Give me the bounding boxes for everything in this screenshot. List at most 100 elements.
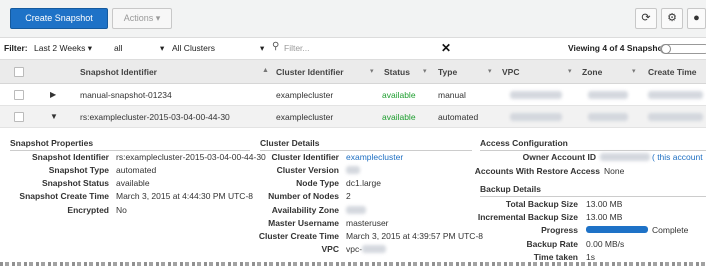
- redacted-cluster-version: [346, 166, 360, 174]
- chevron-down-icon[interactable]: ▾: [423, 67, 427, 75]
- snapshot-properties-title: Snapshot Properties: [10, 138, 250, 151]
- node-type-value: dc1.large: [346, 178, 381, 188]
- number-of-nodes-value: 2: [346, 191, 351, 201]
- access-configuration-title: Access Configuration: [480, 138, 706, 151]
- chevron-down-icon[interactable]: ▾: [370, 67, 374, 75]
- encrypted-value: No: [116, 205, 127, 215]
- cluster-identifier-label: Cluster Identifier: [271, 152, 339, 162]
- clear-filter-icon[interactable]: ✕: [441, 41, 451, 55]
- cluster-value: All Clusters: [172, 43, 215, 53]
- snapshot-details-panel: Snapshot Properties Snapshot Identifier …: [0, 128, 706, 266]
- chevron-down-icon[interactable]: ▾: [260, 43, 264, 54]
- chevron-down-icon[interactable]: ▾: [160, 43, 164, 54]
- col-create-time[interactable]: Create Time: [648, 67, 697, 77]
- cluster-select[interactable]: All Clusters: [172, 43, 215, 53]
- snapshot-status-value: available: [116, 178, 150, 188]
- cluster-create-time-label: Cluster Create Time: [258, 231, 339, 241]
- gear-icon[interactable]: ⚙: [661, 8, 683, 29]
- row-checkbox[interactable]: [14, 112, 24, 122]
- col-cluster-identifier[interactable]: Cluster Identifier: [276, 67, 344, 77]
- table-header: Snapshot Identifier ▲ Cluster Identifier…: [0, 60, 706, 84]
- time-taken-value: 1s: [586, 252, 595, 262]
- table-row[interactable]: ▶ manual-snapshot-01234 examplecluster a…: [0, 84, 706, 106]
- time-taken-label: Time taken: [533, 252, 578, 262]
- backup-rate-label: Backup Rate: [526, 239, 579, 249]
- cell-cluster-identifier: examplecluster: [276, 90, 334, 100]
- snapshot-create-time-label: Snapshot Create Time: [19, 191, 109, 201]
- chevron-down-icon[interactable]: ▾: [632, 67, 636, 75]
- refresh-icon[interactable]: ⟳: [635, 8, 657, 29]
- filter-bar: Filter: Last 2 Weeks ▾ all ▾ All Cluster…: [0, 38, 706, 60]
- time-range-select[interactable]: Last 2 Weeks ▾: [34, 43, 92, 54]
- time-range-value: Last 2 Weeks: [34, 43, 86, 53]
- master-username-value: masteruser: [346, 218, 389, 228]
- snapshot-type-label: Snapshot Type: [48, 165, 109, 175]
- progress-label: Progress: [541, 225, 578, 235]
- node-type-label: Node Type: [296, 178, 339, 188]
- backup-progress-bar: [586, 226, 648, 233]
- search-input[interactable]: ⚲ Filter...: [270, 41, 450, 57]
- encrypted-label: Encrypted: [67, 205, 109, 215]
- pagination-slider[interactable]: [660, 44, 706, 54]
- cluster-version-label: Cluster Version: [276, 165, 339, 175]
- redacted-vpc-id: [362, 245, 386, 253]
- total-backup-size-value: 13.00 MB: [586, 199, 623, 209]
- table-row[interactable]: ▼ rs:examplecluster-2015-03-04-00-44-30 …: [0, 106, 706, 128]
- help-icon[interactable]: ●: [687, 8, 706, 29]
- col-zone[interactable]: Zone: [582, 67, 602, 77]
- snapshot-status-label: Snapshot Status: [41, 178, 109, 188]
- redacted-availability-zone: [346, 206, 366, 214]
- expand-row-icon[interactable]: ▶: [50, 90, 56, 99]
- cell-snapshot-identifier: rs:examplecluster-2015-03-04-00-44-30: [80, 112, 230, 122]
- number-of-nodes-label: Number of Nodes: [268, 191, 339, 201]
- cluster-identifier-link[interactable]: examplecluster: [346, 152, 403, 162]
- actions-label: Actions: [123, 13, 154, 23]
- actions-button[interactable]: Actions ▾: [112, 8, 172, 29]
- chevron-down-icon: ▾: [155, 13, 161, 23]
- col-status[interactable]: Status: [384, 67, 410, 77]
- redacted-vpc: [510, 91, 562, 99]
- create-snapshot-button[interactable]: Create Snapshot: [10, 8, 108, 29]
- backup-rate-value: 0.00 MB/s: [586, 239, 625, 249]
- redacted-vpc: [510, 113, 562, 121]
- cell-type: manual: [438, 90, 466, 100]
- owner-account-id-label: Owner Account ID: [522, 152, 596, 162]
- backup-details-title: Backup Details: [480, 184, 706, 197]
- cell-type: automated: [438, 112, 479, 122]
- viewing-count: Viewing 4 of 4 Snapshots: [568, 43, 671, 53]
- incremental-backup-size-label: Incremental Backup Size: [477, 212, 578, 222]
- slider-knob[interactable]: [661, 44, 671, 54]
- this-account-link[interactable]: ( this account: [652, 152, 703, 162]
- col-vpc[interactable]: VPC: [502, 67, 519, 77]
- cluster-details-title: Cluster Details: [260, 138, 472, 151]
- vpc-value: vpc-: [346, 244, 363, 254]
- chevron-down-icon[interactable]: ▾: [488, 67, 492, 75]
- type-select[interactable]: all: [114, 43, 123, 53]
- snapshot-type-value: automated: [116, 165, 157, 175]
- progress-value: Complete: [652, 225, 689, 235]
- redacted-owner-account-id: [600, 153, 650, 161]
- cell-status: available: [382, 112, 416, 122]
- search-placeholder: Filter...: [284, 43, 310, 53]
- availability-zone-label: Availability Zone: [271, 205, 339, 215]
- search-icon: ⚲: [272, 41, 280, 52]
- vpc-label: VPC: [321, 244, 339, 254]
- snapshot-identifier-value: rs:examplecluster-2015-03-04-00-44-30: [116, 152, 266, 162]
- torn-edge: [0, 262, 706, 266]
- row-checkbox[interactable]: [14, 90, 24, 100]
- total-backup-size-label: Total Backup Size: [505, 199, 578, 209]
- restore-access-label: Accounts With Restore Access: [474, 166, 600, 176]
- cluster-create-time-value: March 3, 2015 at 4:39:57 PM UTC-8: [346, 231, 484, 241]
- chevron-down-icon[interactable]: ▾: [568, 67, 572, 75]
- collapse-row-icon[interactable]: ▼: [50, 112, 58, 121]
- type-value: all: [114, 43, 123, 53]
- col-snapshot-identifier[interactable]: Snapshot Identifier: [80, 67, 157, 77]
- sort-asc-icon[interactable]: ▲: [262, 67, 269, 74]
- col-type[interactable]: Type: [438, 67, 457, 77]
- master-username-label: Master Username: [268, 218, 339, 228]
- cell-cluster-identifier: examplecluster: [276, 112, 334, 122]
- redacted-create-time: [648, 113, 703, 121]
- cell-status: available: [382, 90, 416, 100]
- filter-label: Filter:: [4, 43, 28, 53]
- select-all-checkbox[interactable]: [14, 67, 24, 77]
